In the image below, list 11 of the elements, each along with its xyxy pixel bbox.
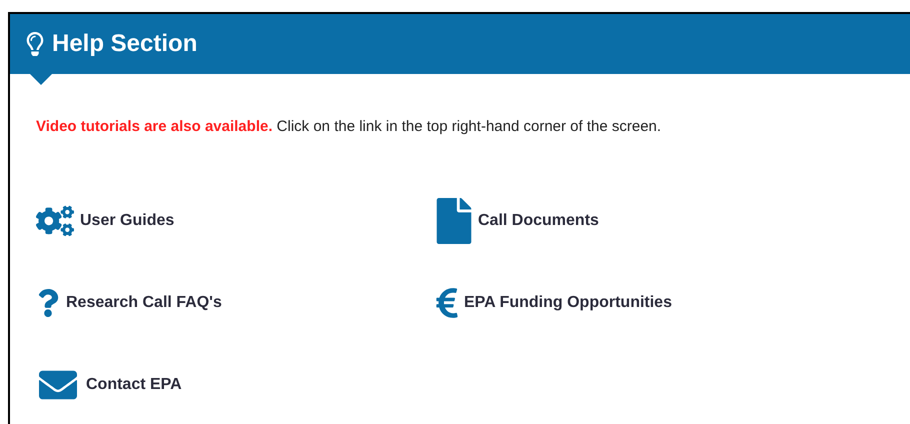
help-link[interactable]: Research Call FAQ's [36, 280, 436, 324]
panel-title: Help Section [52, 29, 198, 59]
question-mark-icon [36, 288, 60, 316]
lightbulb-icon [26, 32, 44, 56]
euro-icon [436, 286, 458, 320]
help-link[interactable]: Call Documents [436, 198, 836, 242]
help-link[interactable]: User Guides [36, 198, 436, 242]
help-link[interactable]: EPA Funding Opportunities [436, 280, 836, 324]
notice-text: Video tutorials are also available. Click on the link in the top right-hand corner of the screen. [36, 117, 662, 137]
document-icon [436, 198, 472, 244]
help-link[interactable]: Contact EPA [36, 362, 436, 406]
